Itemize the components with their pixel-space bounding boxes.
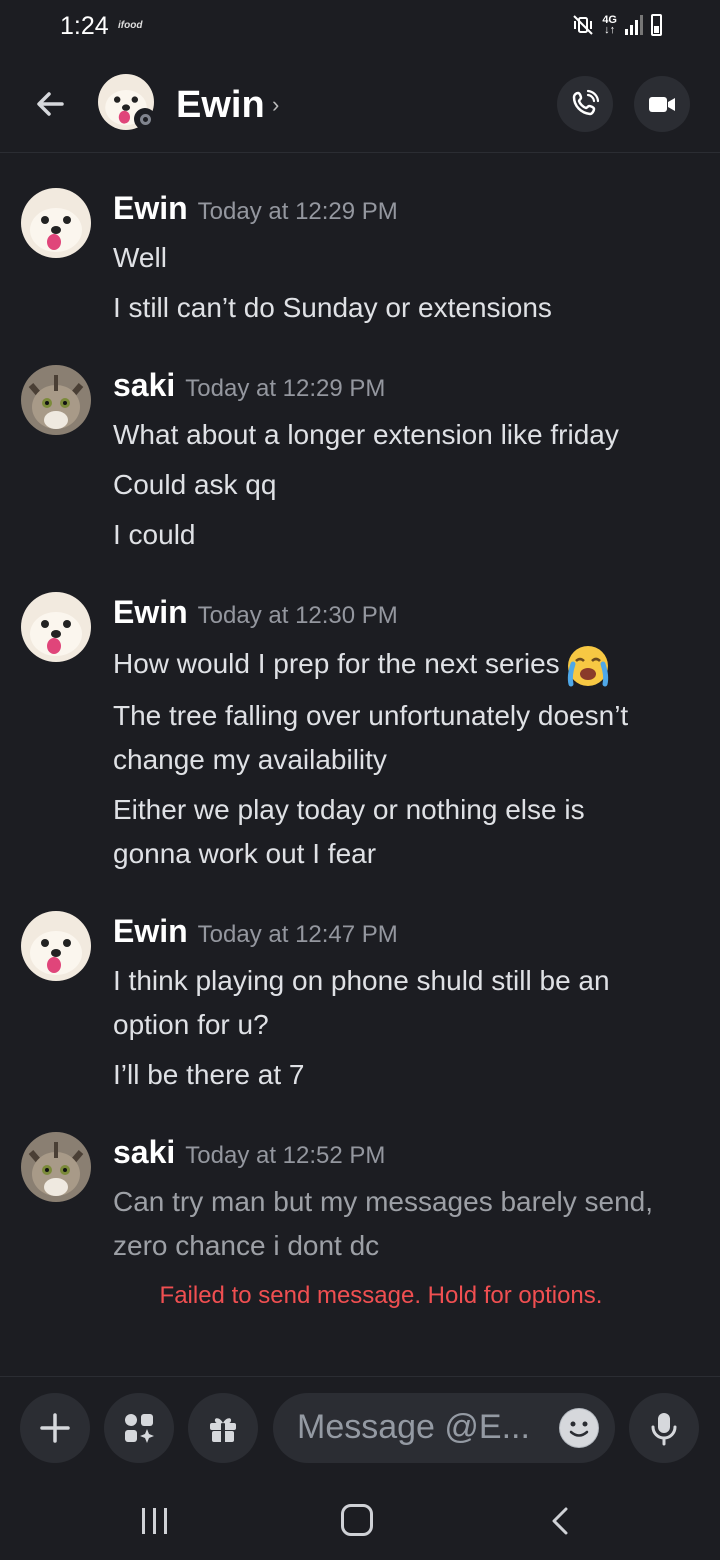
message-text[interactable]: How would I prep for the next series [113, 642, 703, 688]
message-text[interactable]: Well [113, 236, 703, 280]
avatar[interactable] [21, 911, 91, 981]
message-input[interactable]: Message @E... [273, 1393, 615, 1463]
message-text[interactable]: I could [113, 513, 703, 557]
avatar[interactable] [21, 1132, 91, 1202]
chat-header: Ewin › [0, 56, 720, 153]
message-timestamp: Today at 12:47 PM [197, 921, 398, 948]
status-time: 1:24 [60, 12, 109, 40]
message-author[interactable]: Ewin [113, 190, 188, 226]
cat-avatar-icon [21, 365, 91, 435]
message-text[interactable]: I still can’t do Sunday or extensions [113, 286, 703, 330]
avatar[interactable] [21, 365, 91, 435]
back-arrow-icon[interactable] [28, 82, 72, 126]
cat-avatar-icon [21, 1132, 91, 1202]
recent-apps-icon[interactable] [142, 1508, 167, 1534]
message-author[interactable]: Ewin [113, 913, 188, 949]
message-author[interactable]: Ewin [113, 594, 188, 630]
message-text-content: How would I prep for the next series [113, 648, 560, 679]
offline-status-icon [134, 108, 156, 130]
network-type-icon: 4G ↓↑ [602, 14, 617, 36]
message-author[interactable]: saki [113, 367, 175, 403]
chat-title[interactable]: Ewin [176, 84, 265, 127]
message-text[interactable]: Either we play today or nothing else is [113, 788, 703, 832]
dog-avatar-icon [21, 188, 91, 258]
message-timestamp: Today at 12:29 PM [185, 375, 386, 402]
status-carrier: ifood [118, 20, 143, 31]
status-bar: 1:24 ifood 4G ↓↑ [0, 0, 720, 56]
message-timestamp: Today at 12:30 PM [197, 602, 398, 629]
video-camera-icon [649, 97, 675, 112]
battery-icon [651, 14, 662, 36]
plus-icon [40, 1413, 70, 1443]
message-text[interactable]: Could ask qq [113, 463, 703, 507]
message-text[interactable]: What about a longer extension like frida… [113, 413, 703, 457]
message-timestamp: Today at 12:52 PM [185, 1142, 386, 1169]
message-input-placeholder: Message @E... [297, 1408, 530, 1446]
gift-button[interactable] [188, 1393, 258, 1463]
pending-message-text[interactable]: Can try man but my messages barely send, [113, 1180, 703, 1224]
avatar[interactable] [21, 188, 91, 258]
message-text[interactable]: I’ll be there at 7 [113, 1053, 703, 1097]
message-text[interactable]: gonna work out I fear [113, 832, 703, 876]
message-author[interactable]: saki [113, 1134, 175, 1170]
dog-avatar-icon [21, 592, 91, 662]
message-text[interactable]: The tree falling over unfortunately does… [113, 694, 703, 738]
home-icon[interactable] [341, 1504, 373, 1536]
vibrate-mute-icon [573, 15, 594, 35]
microphone-icon [651, 1413, 677, 1446]
apps-button[interactable] [104, 1393, 174, 1463]
pending-message-text[interactable]: zero chance i dont dc [113, 1224, 703, 1268]
system-navigation-bar [0, 1486, 720, 1560]
failed-send-notice[interactable]: Failed to send message. Hold for options… [0, 1282, 720, 1310]
dog-avatar-icon [21, 911, 91, 981]
attach-button[interactable] [20, 1393, 90, 1463]
message-text[interactable]: change my availability [113, 738, 703, 782]
signal-icon [625, 15, 643, 35]
chevron-right-icon[interactable]: › [272, 92, 279, 118]
nav-back-icon[interactable] [548, 1506, 572, 1536]
avatar[interactable] [21, 592, 91, 662]
video-call-button[interactable] [634, 76, 690, 132]
message-composer: Message @E... [0, 1376, 720, 1487]
gift-icon [210, 1418, 236, 1442]
message-timestamp: Today at 12:29 PM [197, 198, 398, 225]
loudly-crying-face-icon [567, 645, 608, 687]
emoji-picker-icon[interactable] [559, 1408, 599, 1448]
voice-message-button[interactable] [629, 1393, 699, 1463]
phone-call-icon [572, 89, 600, 116]
message-text[interactable]: option for u? [113, 1003, 703, 1047]
voice-call-button[interactable] [557, 76, 613, 132]
message-text[interactable]: I think playing on phone shuld still be … [113, 959, 703, 1003]
apps-sparkle-icon [125, 1414, 154, 1443]
